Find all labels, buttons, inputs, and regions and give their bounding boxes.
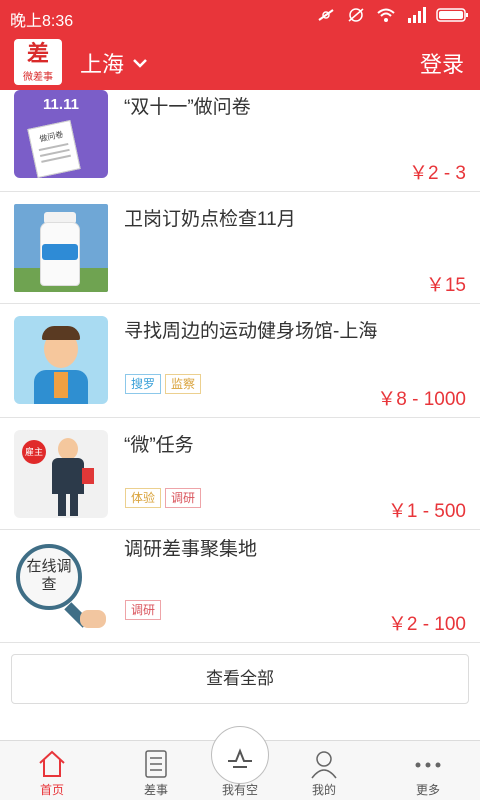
more-icon bbox=[415, 762, 441, 768]
task-thumbnail bbox=[14, 204, 108, 292]
tab-label: 差事 bbox=[143, 783, 168, 797]
tab-more[interactable]: 更多 bbox=[380, 741, 476, 800]
tab-mine[interactable]: 我的 bbox=[276, 741, 372, 800]
login-button[interactable]: 登录 bbox=[420, 47, 464, 79]
free-time-icon bbox=[228, 748, 252, 768]
task-title: “双十一”做问卷 bbox=[124, 97, 251, 118]
list-icon bbox=[145, 750, 167, 778]
tab-label: 我的 bbox=[311, 783, 336, 797]
task-thumbnail: 11.11 做问卷 bbox=[14, 90, 108, 178]
logo-icon: 差 微差事 bbox=[14, 39, 62, 85]
tab-home[interactable]: 首页 bbox=[4, 741, 100, 800]
logo-mark: 差 bbox=[26, 41, 49, 67]
status-icons bbox=[316, 6, 470, 24]
task-tags: 体验 调研 bbox=[125, 488, 202, 508]
task-item[interactable]: 卫岗订奶点检查11月 ￥15 bbox=[0, 192, 480, 304]
logo-text: 微差事 bbox=[23, 72, 53, 83]
task-title: 寻找周边的运动健身场馆-上海 bbox=[124, 321, 378, 342]
app-header: 差 微差事 上海 登录 bbox=[0, 32, 480, 90]
task-price: ￥1 - 500 bbox=[387, 501, 466, 522]
task-title: “微”任务 bbox=[124, 435, 194, 456]
wifi-icon bbox=[377, 8, 395, 22]
task-thumbnail: 雇主 bbox=[14, 430, 108, 518]
thumb-text: 在线调查 bbox=[26, 558, 72, 593]
bottom-tab-bar: 首页 差事 我有空 我的 更多 bbox=[0, 726, 480, 800]
task-tag: 体验 bbox=[125, 488, 162, 508]
task-item[interactable]: 雇主 “微”任务 体验 调研 ￥1 - 500 bbox=[0, 418, 480, 530]
city-label: 上海 bbox=[80, 52, 125, 77]
task-tag: 搜罗 bbox=[125, 374, 162, 394]
task-tags: 搜罗 监察 bbox=[125, 374, 202, 394]
chevron-down-icon bbox=[133, 59, 147, 68]
tab-label: 我有空 bbox=[221, 783, 258, 797]
alarm-off-icon bbox=[348, 8, 364, 22]
task-tags: 调研 bbox=[125, 600, 162, 620]
task-price: ￥15 bbox=[425, 275, 466, 296]
home-icon bbox=[39, 750, 65, 777]
tab-free-time[interactable]: 我有空 bbox=[192, 726, 288, 800]
employer-badge: 雇主 bbox=[22, 440, 46, 464]
tab-label: 首页 bbox=[39, 783, 64, 797]
task-item[interactable]: 11.11 做问卷 “双十一”做问卷 ￥2 - 3 bbox=[0, 90, 480, 192]
user-icon bbox=[311, 751, 337, 779]
city-selector[interactable]: 上海 bbox=[80, 47, 148, 79]
task-item[interactable]: 在线调查 调研差事聚集地 调研 ￥2 - 100 bbox=[0, 530, 480, 643]
task-price: ￥2 - 3 bbox=[408, 163, 466, 184]
task-thumbnail bbox=[14, 316, 108, 404]
status-time: 晚上8:36 bbox=[10, 13, 74, 30]
tab-errands[interactable]: 差事 bbox=[108, 741, 204, 800]
task-price: ￥2 - 100 bbox=[387, 614, 466, 635]
signal-muted-icon bbox=[318, 9, 334, 21]
task-price: ￥8 - 1000 bbox=[377, 389, 466, 410]
task-tag: 调研 bbox=[165, 488, 202, 508]
view-all-button[interactable]: 查看全部 bbox=[11, 654, 469, 704]
cell-signal-icon bbox=[408, 7, 426, 23]
thumb-text: 11.11 bbox=[43, 96, 79, 113]
task-item[interactable]: 寻找周边的运动健身场馆-上海 搜罗 监察 ￥8 - 1000 bbox=[0, 304, 480, 418]
tab-label: 更多 bbox=[415, 783, 440, 797]
status-bar: 晚上8:36 bbox=[0, 0, 480, 32]
task-title: 卫岗订奶点检查11月 bbox=[124, 209, 296, 230]
task-tag: 监察 bbox=[165, 374, 202, 394]
questionnaire-paper: 做问卷 bbox=[27, 119, 81, 178]
task-thumbnail: 在线调查 bbox=[14, 540, 108, 628]
battery-icon bbox=[436, 8, 468, 22]
task-tag: 调研 bbox=[125, 600, 162, 620]
task-title: 调研差事聚集地 bbox=[124, 539, 258, 560]
